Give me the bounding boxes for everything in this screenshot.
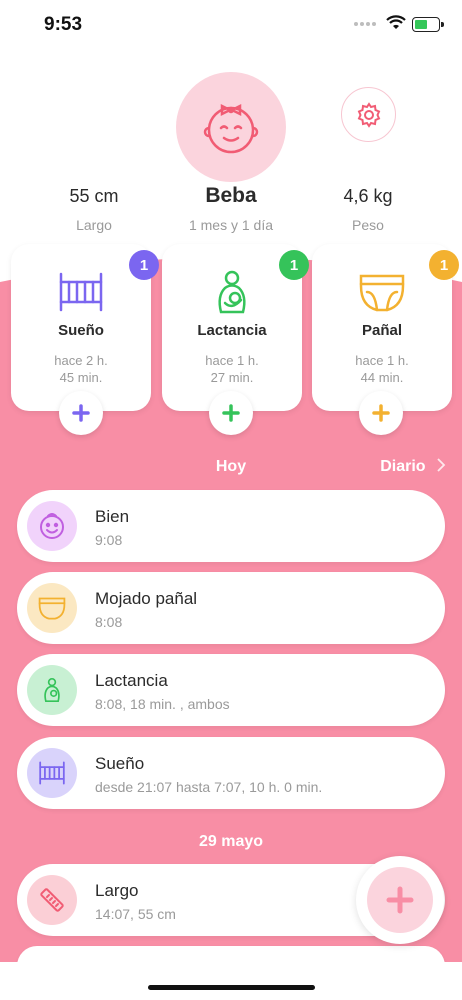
breastfeeding-icon — [218, 270, 246, 314]
tracker-time-ago: hace 2 h. 45 min. — [54, 353, 108, 385]
list-item[interactable]: Lactancia 8:08, 18 min. , ambos — [17, 654, 445, 726]
plus-icon — [222, 404, 240, 422]
smiley-baby-icon — [40, 513, 64, 539]
feeding-icon-circle — [27, 665, 77, 715]
baby-name: Beba — [205, 184, 257, 207]
breastfeeding-icon — [44, 677, 60, 703]
home-indicator[interactable] — [148, 985, 315, 990]
section-date-header: 29 mayo — [198, 833, 264, 850]
sleep-count-badge: 1 — [129, 250, 159, 280]
list-item-title: Bien — [95, 507, 130, 526]
ruler-icon-circle — [27, 875, 77, 925]
diaper-icon — [359, 274, 405, 312]
weight-stat: 4,6 kg Peso — [308, 186, 428, 233]
list-item[interactable]: Bien 9:08 — [17, 490, 445, 562]
baby-avatar[interactable] — [176, 72, 286, 182]
signal-icon — [354, 22, 376, 26]
status-bar: 9:53 — [0, 0, 462, 50]
bottom-safe-area — [0, 962, 462, 1000]
list-item-subtitle: 9:08 — [95, 532, 123, 548]
length-value: 55 cm — [69, 186, 119, 206]
list-item[interactable]: Mojado pañal 8:08 — [17, 572, 445, 644]
tracker-title: Lactancia — [197, 322, 267, 339]
baby-age: 1 mes y 1 día — [188, 217, 274, 233]
battery-icon — [412, 17, 444, 32]
tracker-title: Pañal — [361, 322, 403, 339]
list-item-subtitle: desde 21:07 hasta 7:07, 10 h. 0 min. — [95, 779, 323, 795]
name-stat: Beba 1 mes y 1 día — [171, 184, 291, 233]
weight-value: 4,6 kg — [343, 186, 393, 206]
plus-icon — [372, 404, 390, 422]
tracker-title: Sueño — [58, 322, 104, 339]
status-time: 9:53 — [44, 14, 83, 35]
diaper-icon-circle — [27, 583, 77, 633]
list-item-title: Mojado pañal — [95, 589, 198, 608]
crib-icon — [59, 272, 103, 312]
list-item-subtitle: 8:08, 18 min. , ambos — [95, 696, 230, 712]
diaper-count-badge: 1 — [429, 250, 459, 280]
crib-icon — [39, 761, 65, 785]
list-item-subtitle: 8:08 — [95, 614, 123, 630]
chevron-right-icon — [437, 458, 446, 472]
list-item[interactable]: Sueño desde 21:07 hasta 7:07, 10 h. 0 mi… — [17, 737, 445, 809]
tracker-time-ago: hace 1 h. 44 min. — [355, 353, 409, 385]
list-item-subtitle: 14:07, 55 cm — [95, 906, 176, 922]
add-feeding-button[interactable] — [209, 391, 253, 435]
plus-icon — [72, 404, 90, 422]
settings-button[interactable] — [341, 87, 396, 142]
diary-link[interactable]: Diario — [380, 458, 446, 476]
diaper-icon — [38, 597, 66, 620]
list-item-title: Lactancia — [95, 671, 168, 690]
weight-label: Peso — [352, 217, 384, 233]
add-diaper-button[interactable] — [359, 391, 403, 435]
add-sleep-button[interactable] — [59, 391, 103, 435]
list-item-title: Largo — [95, 881, 139, 900]
baby-girl-face-icon — [203, 103, 259, 154]
mood-icon-circle — [27, 501, 77, 551]
gear-icon — [357, 101, 380, 128]
wifi-icon — [386, 15, 406, 29]
diary-link-label: Diario — [380, 458, 426, 475]
feeding-count-badge: 1 — [279, 250, 309, 280]
plus-icon — [386, 886, 414, 914]
sleep-icon-circle — [27, 748, 77, 798]
add-entry-inner — [367, 867, 433, 933]
add-entry-button[interactable] — [356, 856, 444, 944]
ruler-icon — [40, 888, 64, 912]
list-item-title: Sueño — [95, 754, 145, 773]
tracker-time-ago: hace 1 h. 27 min. — [205, 353, 259, 385]
length-label: Largo — [76, 217, 112, 233]
length-stat: 55 cm Largo — [34, 186, 154, 233]
